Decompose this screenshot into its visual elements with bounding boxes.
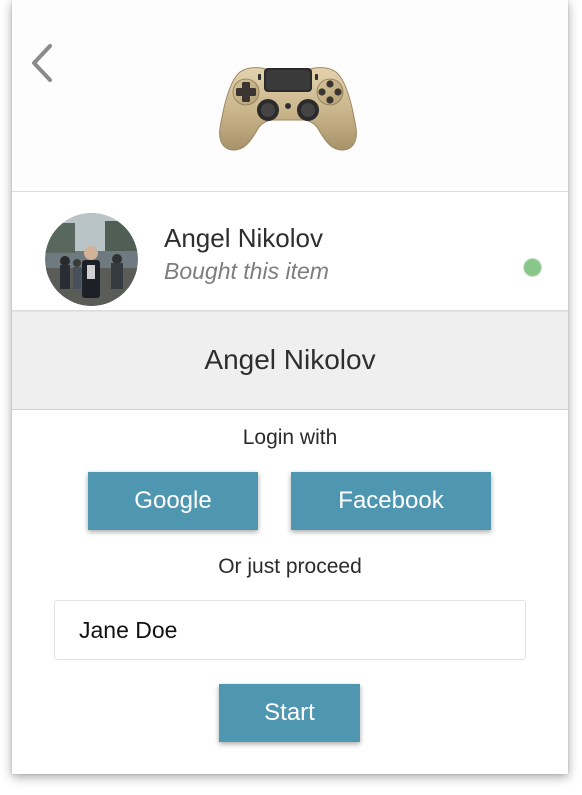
online-status-dot [524,259,541,276]
buyer-row[interactable]: Angel Nikolov Bought this item [12,192,568,311]
product-header [12,0,568,192]
selected-name: Angel Nikolov [204,344,376,375]
google-login-button[interactable]: Google [88,472,258,530]
avatar [45,213,138,306]
proceed-label: Or just proceed [218,555,362,578]
chevron-left-icon [32,44,52,82]
item-card: Angel Nikolov Bought this item Angel Nik… [12,0,568,774]
product-image [219,67,357,151]
buyer-name: Angel Nikolov [164,223,323,253]
name-input[interactable] [54,600,526,660]
login-with-label: Login with [242,426,338,449]
page: Angel Nikolov Bought this item Angel Nik… [0,0,582,795]
back-button[interactable] [28,42,58,84]
buyer-subtitle: Bought this item [164,258,329,284]
selected-name-bar: Angel Nikolov [12,311,568,410]
facebook-login-button[interactable]: Facebook [291,472,491,530]
start-button[interactable]: Start [219,684,360,742]
